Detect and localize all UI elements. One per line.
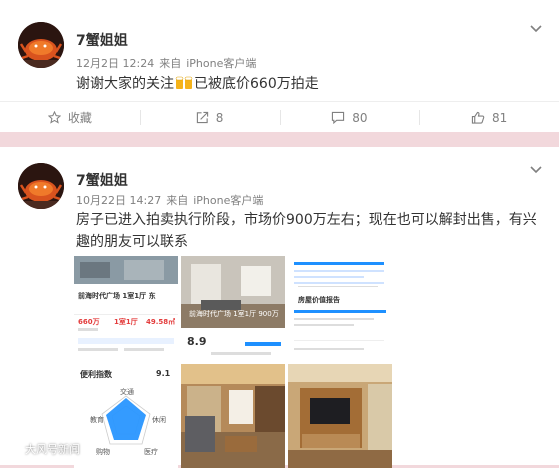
post-text: 谢谢大家的关注 已被底价660万拍走: [76, 73, 537, 95]
weibo-logo-icon: [6, 443, 21, 456]
post-text: 房子已进入拍卖执行阶段，市场价900万左右；现在也可以解封出售，有兴趣的朋友可以…: [76, 212, 537, 250]
image-listing-card[interactable]: 前海时代广场 1室1厅 900万 8.9: [181, 256, 285, 360]
listing-layout: 1室1厅: [114, 318, 138, 326]
post-meta: 10月22日 14:27 来自 iPhone客户端: [76, 192, 268, 208]
chevron-down-icon[interactable]: [529, 24, 543, 34]
axis-label: 医疗: [144, 448, 158, 456]
thumbs-up-icon: [471, 111, 485, 124]
repost-count: 8: [215, 110, 224, 125]
post-meta: 12月2日 12:24 来自 iPhone客户端: [76, 55, 261, 71]
listing-area: 49.58㎡: [146, 318, 176, 326]
like-button[interactable]: 81: [419, 102, 559, 133]
post-text-part: 谢谢大家的关注: [76, 76, 174, 92]
avatar[interactable]: [18, 163, 64, 209]
image-convenience-index[interactable]: 便利指数 9.1 交通 休闲 医疗 购物 教育: [74, 364, 178, 468]
axis-label: 教育: [90, 416, 104, 424]
from-label: 来自: [166, 194, 189, 207]
axis-label: 购物: [96, 448, 110, 456]
post-text-part: 已被底价660万拍走: [194, 76, 319, 92]
image-listing-screenshot[interactable]: 前海时代广场 1室1厅 东 660万 1室1厅 49.58㎡: [74, 256, 178, 360]
post-date[interactable]: 12月2日 12:24: [76, 57, 154, 70]
listing-card-score: 8.9: [187, 336, 207, 348]
comment-button[interactable]: 80: [279, 102, 420, 133]
source-client: iPhone客户端: [186, 57, 257, 70]
repost-button[interactable]: 8: [139, 102, 280, 133]
from-label: 来自: [159, 57, 182, 70]
report-title: 房屋价值报告: [298, 296, 340, 304]
repost-icon: [196, 111, 208, 124]
image-value-report[interactable]: 房屋价值报告: [288, 256, 392, 360]
listing-price: 660万: [78, 318, 100, 326]
beer-cheers-icon: [175, 76, 193, 89]
axis-label: 交通: [120, 388, 134, 396]
image-living-room[interactable]: [181, 364, 285, 468]
star-icon: [47, 111, 61, 124]
watermark: 大风号新闻: [6, 441, 80, 457]
watermark-text: 大风号新闻: [25, 443, 80, 456]
comment-icon: [332, 111, 345, 124]
convenience-score: 9.1: [156, 369, 171, 378]
post-card-2: 7蟹姐姐 10月22日 14:27 来自 iPhone客户端 房子已进入拍卖执行阶段…: [0, 147, 559, 468]
image-tv-wall[interactable]: [288, 364, 392, 468]
chevron-down-icon[interactable]: [529, 165, 543, 175]
favorite-button[interactable]: 收藏: [0, 102, 140, 133]
like-count: 81: [491, 110, 508, 125]
author-name[interactable]: 7蟹姐姐: [76, 30, 128, 50]
listing-title: 前海时代广场 1室1厅 东: [78, 292, 156, 300]
source-client: iPhone客户端: [193, 194, 264, 207]
listing-card-title: 前海时代广场 1室1厅 900万: [189, 310, 279, 318]
axis-label: 休闲: [152, 416, 166, 424]
avatar[interactable]: [18, 22, 64, 68]
post-card-1: 7蟹姐姐 12月2日 12:24 来自 iPhone客户端 谢谢大家的关注 已被底价6…: [0, 0, 559, 132]
action-bar: 收藏 8 80 81: [0, 101, 559, 133]
comment-count: 80: [352, 110, 368, 125]
convenience-title: 便利指数: [80, 370, 112, 379]
favorite-label: 收藏: [67, 111, 92, 125]
author-name[interactable]: 7蟹姐姐: [76, 170, 128, 190]
post-date[interactable]: 10月22日 14:27: [76, 194, 161, 207]
